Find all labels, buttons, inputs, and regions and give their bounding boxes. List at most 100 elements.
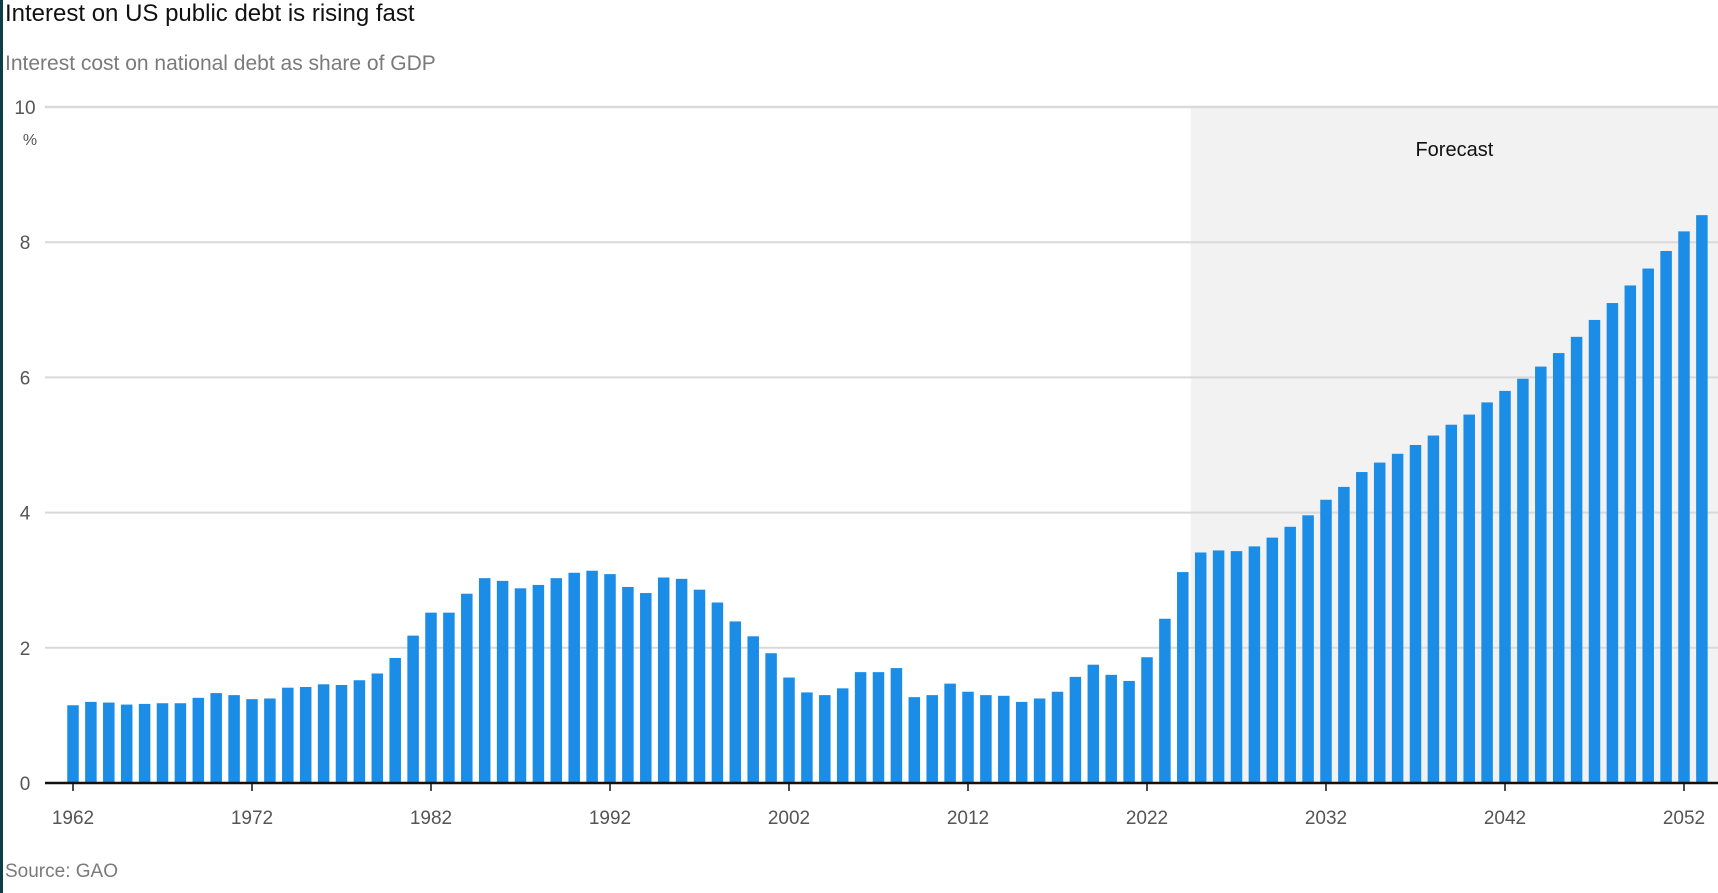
x-tick-label-1992: 1992 — [589, 808, 631, 829]
bar-1970 — [210, 693, 222, 783]
bar-2016 — [1033, 698, 1046, 783]
bar-2020 — [1105, 674, 1117, 783]
bar-2013 — [980, 695, 992, 783]
bar-1987 — [514, 588, 527, 783]
bar-2007 — [872, 672, 885, 783]
bar-2052 — [1678, 231, 1690, 783]
bar-2003 — [801, 692, 813, 783]
bar-2011 — [944, 683, 956, 783]
bar-2046 — [1570, 336, 1583, 783]
bar-2034 — [1356, 472, 1368, 783]
bar-2041 — [1481, 402, 1493, 783]
y-tick-label-6: 6 — [20, 368, 31, 389]
y-tick-label-2: 2 — [20, 639, 31, 660]
bar-2039 — [1445, 424, 1458, 783]
x-tick-label-2032: 2032 — [1305, 808, 1347, 829]
bar-1999 — [729, 621, 742, 783]
bar-2002 — [783, 677, 795, 783]
bar-2018 — [1069, 676, 1082, 783]
bar-2032 — [1320, 499, 1332, 783]
bar-1994 — [640, 593, 652, 783]
x-tick-label-2002: 2002 — [768, 808, 810, 829]
bar-2017 — [1051, 691, 1064, 783]
bar-1971 — [228, 695, 240, 783]
bar-2026 — [1212, 550, 1225, 783]
bar-2037 — [1409, 445, 1422, 783]
bar-2038 — [1427, 435, 1440, 783]
y-tick-label-8: 8 — [20, 233, 31, 254]
bar-2008 — [890, 668, 903, 783]
bar-2025 — [1194, 552, 1207, 783]
x-tick-label-1972: 1972 — [231, 808, 273, 829]
bar-2048 — [1606, 303, 1619, 783]
bar-2043 — [1517, 378, 1529, 783]
bar-1996 — [675, 578, 688, 783]
bar-1983 — [443, 612, 455, 783]
bar-1998 — [711, 602, 724, 783]
bar-1982 — [425, 612, 437, 783]
bar-2014 — [998, 695, 1010, 783]
bar-1962 — [67, 705, 79, 783]
bar-2040 — [1463, 414, 1475, 783]
bar-2015 — [1015, 701, 1028, 783]
bar-1972 — [246, 699, 258, 783]
bar-2012 — [962, 691, 974, 783]
bar-1981 — [407, 635, 419, 783]
x-tick-label-2042: 2042 — [1484, 808, 1526, 829]
bar-1997 — [693, 589, 706, 783]
bar-2028 — [1248, 546, 1261, 783]
bar-2031 — [1302, 515, 1314, 783]
bar-2030 — [1284, 526, 1296, 783]
bar-1980 — [389, 657, 401, 783]
bar-1973 — [264, 698, 276, 783]
bar-1984 — [461, 593, 473, 783]
x-tick-label-2012: 2012 — [947, 808, 989, 829]
x-tick-label-2052: 2052 — [1663, 808, 1705, 829]
bar-1969 — [192, 697, 205, 783]
bar-2001 — [765, 653, 777, 783]
bar-1976 — [317, 684, 330, 783]
bar-2021 — [1123, 680, 1135, 783]
bar-1975 — [299, 687, 312, 783]
bar-1989 — [550, 578, 563, 783]
bar-2050 — [1642, 268, 1654, 784]
bar-2053 — [1696, 215, 1708, 783]
x-tick-label-2022: 2022 — [1126, 808, 1168, 829]
bar-2036 — [1391, 453, 1404, 783]
bar-2022 — [1141, 657, 1153, 783]
bar-1965 — [120, 704, 133, 783]
bar-1988 — [532, 584, 545, 783]
bar-2027 — [1230, 551, 1243, 783]
bar-1979 — [371, 673, 384, 783]
y-tick-label-0: 0 — [20, 774, 31, 795]
bar-chart: Forecast 0 2 4 6 8 10% 1962 1972 1982 1992 2002 2012… — [14, 98, 1718, 829]
bar-2006 — [854, 672, 867, 783]
bar-2049 — [1624, 285, 1637, 783]
bar-2045 — [1552, 353, 1565, 783]
bar-1964 — [103, 702, 115, 783]
bar-1993 — [622, 586, 634, 783]
bar-2023 — [1159, 618, 1171, 783]
y-unit-label: % — [23, 132, 37, 149]
bar-2000 — [747, 636, 759, 783]
bar-2019 — [1087, 664, 1100, 783]
bar-1974 — [282, 687, 294, 783]
bar-2009 — [908, 697, 921, 783]
forecast-label: Forecast — [1415, 139, 1493, 161]
bar-2044 — [1535, 366, 1547, 783]
bar-1985 — [478, 578, 491, 783]
y-tick-label-10: 10 — [14, 98, 35, 119]
bar-1990 — [568, 572, 580, 783]
bar-1966 — [138, 703, 151, 783]
bar-2010 — [926, 695, 938, 783]
bar-1977 — [335, 684, 348, 783]
bar-2024 — [1177, 572, 1189, 783]
bar-2004 — [819, 695, 831, 783]
bar-1986 — [496, 580, 509, 783]
bar-2047 — [1588, 319, 1601, 783]
x-tick-label-1962: 1962 — [52, 808, 94, 829]
x-tick-label-1982: 1982 — [410, 808, 452, 829]
bar-1963 — [85, 701, 97, 783]
bar-1968 — [174, 703, 187, 783]
bar-2051 — [1660, 250, 1672, 783]
